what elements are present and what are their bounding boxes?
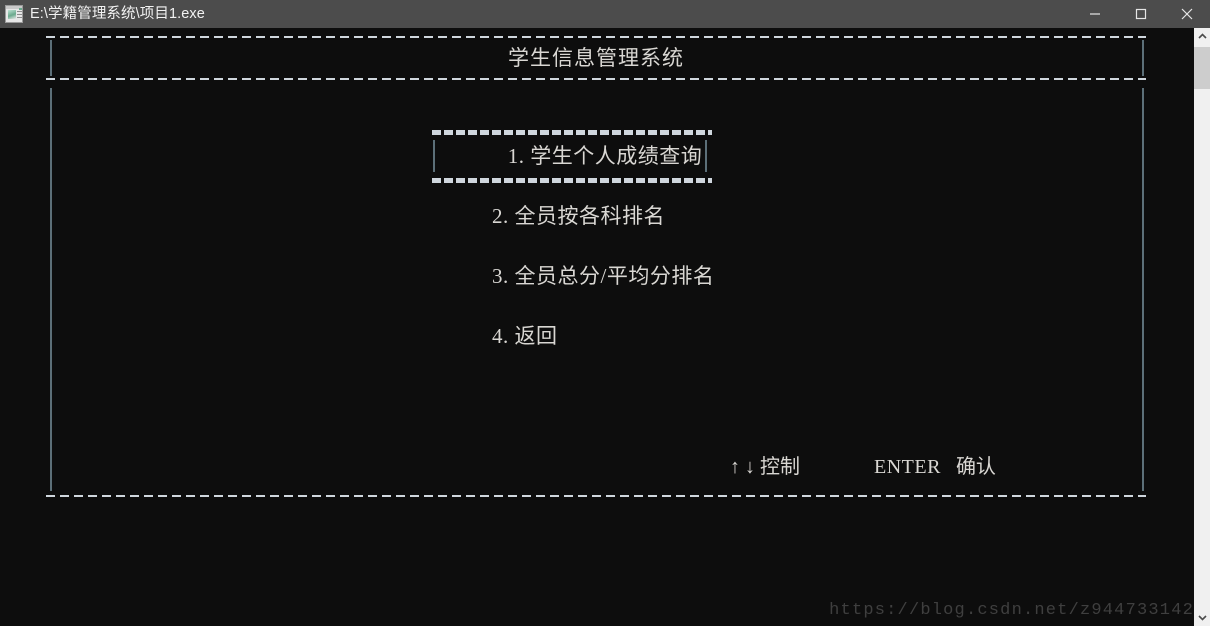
selection-bottom-border: [432, 178, 712, 183]
enter-key-label: ENTER: [874, 456, 941, 478]
maximize-icon: [1135, 8, 1147, 20]
console-output: 学生信息管理系统 1. 学生个人成绩查询 2. 全员按各科排名 3. 全员总分/…: [0, 28, 1194, 626]
menu-item-4[interactable]: 4. 返回: [46, 308, 1146, 368]
vertical-scrollbar[interactable]: [1194, 28, 1210, 626]
title-bar[interactable]: E:\学籍管理系统\项目1.exe: [0, 0, 1210, 28]
enter-key-hint: ENTER 确认: [874, 451, 996, 483]
enter-action-label: 确认: [955, 456, 996, 478]
key-hints: ↑ ↓ 控制 ENTER 确认: [46, 451, 1146, 485]
chevron-up-icon: [1197, 33, 1207, 39]
body-bottom-border: [46, 495, 1146, 497]
chevron-down-icon: [1197, 615, 1207, 621]
scroll-thumb[interactable]: [1194, 47, 1210, 89]
minimize-icon: [1090, 13, 1100, 15]
menu-list: 1. 学生个人成绩查询 2. 全员按各科排名 3. 全员总分/平均分排名 4. …: [46, 128, 1146, 368]
menu-item-label: 3. 全员总分/平均分排名: [492, 264, 715, 288]
header-box: 学生信息管理系统: [46, 36, 1146, 80]
window-title: E:\学籍管理系统\项目1.exe: [30, 6, 205, 22]
menu-box: 1. 学生个人成绩查询 2. 全员按各科排名 3. 全员总分/平均分排名 4. …: [46, 88, 1146, 497]
menu-item-2[interactable]: 2. 全员按各科排名: [46, 188, 1146, 248]
minimize-button[interactable]: [1072, 0, 1118, 28]
scroll-up-button[interactable]: [1194, 28, 1210, 45]
watermark: https://blog.csdn.net/z944733142: [829, 601, 1194, 620]
header-bottom-border: [46, 78, 1146, 80]
header-top-border: [46, 36, 1146, 38]
app-window-icon: [5, 5, 23, 23]
menu-item-1[interactable]: 1. 学生个人成绩查询: [46, 128, 1146, 188]
menu-item-label: 1. 学生个人成绩查询: [507, 144, 703, 168]
close-button[interactable]: [1164, 0, 1210, 28]
maximize-button[interactable]: [1118, 0, 1164, 28]
page-title: 学生信息管理系统: [508, 46, 684, 70]
menu-item-label: 2. 全员按各科排名: [492, 204, 665, 228]
console-window: E:\学籍管理系统\项目1.exe 学生信息管理系统 1. 学生个人成绩查询 2…: [0, 0, 1210, 626]
menu-item-3[interactable]: 3. 全员总分/平均分排名: [46, 248, 1146, 308]
menu-item-label: 4. 返回: [492, 324, 558, 348]
scroll-down-button[interactable]: [1194, 609, 1210, 626]
window-controls: [1072, 0, 1210, 28]
selection-top-border: [432, 130, 712, 135]
close-icon: [1181, 8, 1193, 20]
arrow-keys-hint: ↑ ↓ 控制: [730, 456, 800, 478]
